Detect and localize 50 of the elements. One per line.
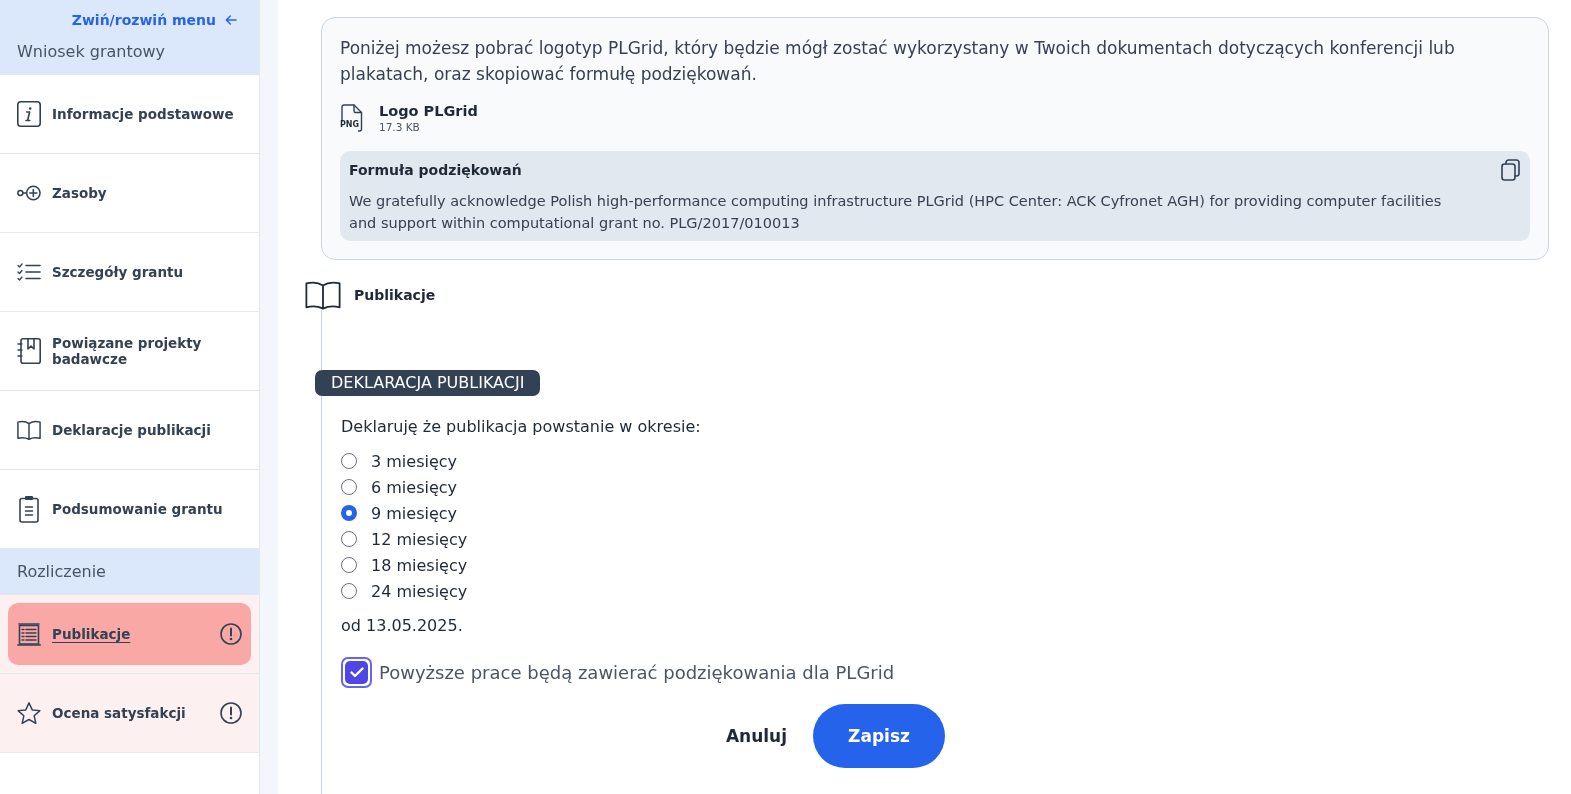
acknowledgement-text: We gratefully acknowledge Polish high-performance computing infrastructure PLGrid (HPC Center: ACK Cyfronet AGH) for providing computer facilities and support within computational grant no. PLG/2017/010013 xyxy=(349,192,1443,233)
radio-button[interactable] xyxy=(341,505,357,521)
question-text: Deklaruję że publikacja powstanie w okresie: xyxy=(341,417,701,437)
save-button[interactable]: Zapisz xyxy=(813,704,945,768)
section-badge: DEKLARACJA PUBLIKACJI xyxy=(315,370,541,396)
start-date-text: od 13.05.2025. xyxy=(341,616,463,636)
radio-button[interactable] xyxy=(341,479,357,495)
radio-label[interactable]: 9 miesięcy xyxy=(371,503,458,523)
sidebar-item[interactable]: Podsumowanie grantu xyxy=(8,478,251,540)
checkbox-label[interactable]: Powyższe prace będą zawierać podziękowania dla PLGrid xyxy=(379,662,895,683)
star-icon xyxy=(17,700,41,726)
sidebar-item[interactable]: Powiązane projekty badawcze xyxy=(8,320,251,382)
radio-label[interactable]: 6 miesięcy xyxy=(371,477,458,497)
acknowledgement-title: Formuła podziękowań xyxy=(349,162,522,178)
section-heading: Publikacje xyxy=(354,287,436,303)
checklist-icon xyxy=(17,263,41,281)
radio-label[interactable]: 3 miesięcy xyxy=(371,451,458,471)
notepad-icon xyxy=(17,622,41,646)
radio-label[interactable]: 24 miesięcy xyxy=(371,581,468,601)
checkmark-icon xyxy=(349,667,364,678)
sidebar-item[interactable]: Deklaracje publikacji xyxy=(8,399,251,461)
book-icon xyxy=(305,280,341,310)
sidebar-item[interactable]: Zasoby xyxy=(8,162,251,224)
cancel-button[interactable]: Anuluj xyxy=(725,726,787,746)
sidebar-item[interactable]: Ocena satysfakcji xyxy=(8,682,251,744)
checkbox[interactable] xyxy=(341,657,372,688)
radio-button[interactable] xyxy=(341,531,357,547)
radio-button[interactable] xyxy=(341,583,357,599)
radio-button[interactable] xyxy=(341,557,357,573)
section-title: Rozliczenie xyxy=(0,549,259,595)
collapse-menu-button[interactable]: Zwiń/rozwiń menu xyxy=(71,10,237,29)
book-icon xyxy=(17,419,41,441)
radio-label[interactable]: 18 miesięcy xyxy=(371,555,468,575)
sidebar-item[interactable]: Szczegóły grantu xyxy=(8,241,251,303)
notebook-icon xyxy=(17,338,41,364)
clipboard-icon xyxy=(19,495,39,523)
sidebar-item[interactable]: Informacje podstawowe xyxy=(8,83,251,145)
file-icon xyxy=(340,104,363,132)
radio-button[interactable] xyxy=(341,453,357,469)
arrow-left-icon xyxy=(225,14,237,25)
radio-label[interactable]: 12 miesięcy xyxy=(371,529,468,549)
file-size: 17.3 KB xyxy=(379,120,421,134)
copy-icon[interactable] xyxy=(1501,159,1520,181)
section-title: Wniosek grantowy xyxy=(0,29,259,75)
file-format-label: PNG xyxy=(340,120,360,129)
circle-plus-icon xyxy=(17,185,41,201)
info-icon xyxy=(17,101,41,127)
file-name-link[interactable]: Logo PLGrid xyxy=(379,102,478,120)
sidebar-item[interactable]: Publikacje xyxy=(8,603,251,665)
info-text: Poniżej możesz pobrać logotyp PLGrid, który będzie mógł zostać wykorzystany w Twoich dokumentach dotyczących konferencji lub plakatach, oraz skopiować formułę podziękowań. xyxy=(340,37,1456,86)
